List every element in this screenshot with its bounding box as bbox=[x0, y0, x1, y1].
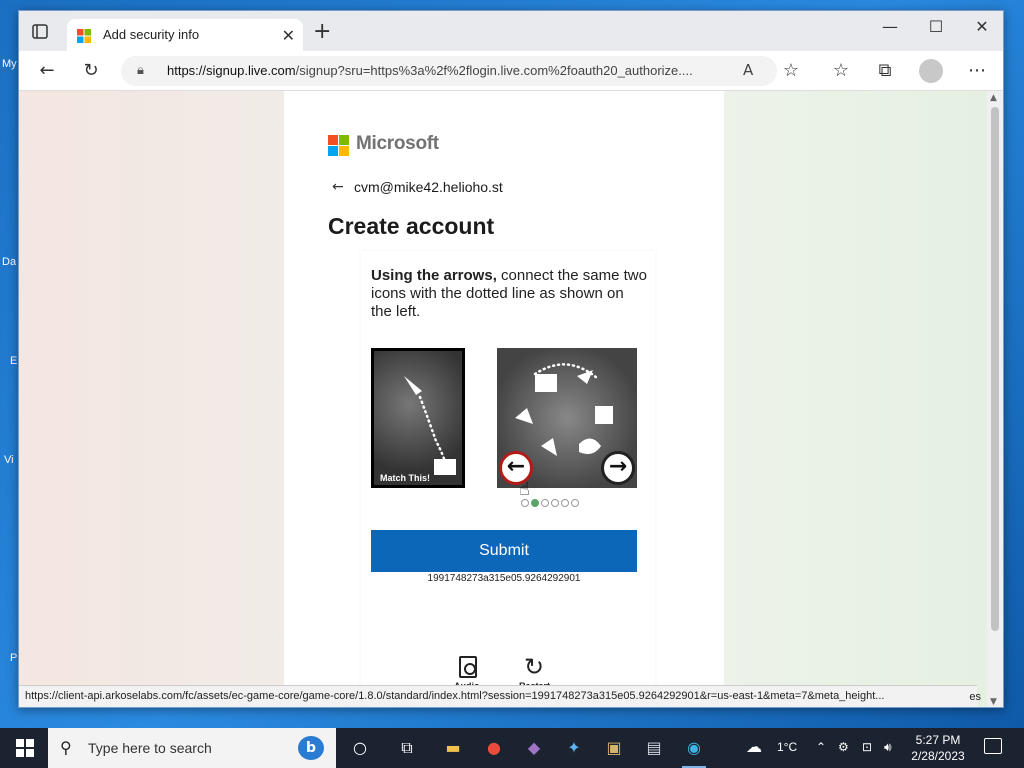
minimize-icon[interactable]: — bbox=[867, 17, 913, 36]
scroll-up-icon[interactable]: ▲ bbox=[990, 93, 997, 103]
chrome-icon[interactable]: ● bbox=[482, 736, 506, 760]
step-dot bbox=[561, 499, 569, 507]
app-icon[interactable]: ▣ bbox=[602, 736, 626, 760]
status-bar: https://client-api.arkoselabs.com/fc/ass… bbox=[19, 685, 977, 707]
desktop-icon-label[interactable]: E bbox=[10, 355, 17, 367]
cortana-icon[interactable]: ○ bbox=[348, 736, 372, 760]
microsoft-favicon-icon bbox=[77, 28, 91, 43]
collections-icon[interactable]: ⧉ bbox=[873, 60, 897, 82]
back-arrow-icon[interactable]: ← bbox=[332, 179, 344, 195]
page-title: Create account bbox=[328, 213, 495, 239]
network-icon[interactable]: ⊡ bbox=[862, 740, 872, 754]
favorites-icon[interactable]: ☆ bbox=[829, 60, 853, 82]
restart-icon[interactable]: ↻ bbox=[524, 653, 544, 681]
audio-icon[interactable] bbox=[459, 656, 477, 678]
profile-avatar[interactable] bbox=[919, 59, 943, 83]
submit-button[interactable]: Submit bbox=[371, 530, 637, 572]
status-url: https://client-api.arkoselabs.com/fc/ass… bbox=[25, 690, 885, 702]
file-explorer-icon[interactable]: ▬ bbox=[441, 736, 465, 760]
scroll-thumb[interactable] bbox=[991, 107, 999, 631]
desktop-icon-label[interactable]: P bbox=[10, 652, 17, 664]
clock-time: 5:27 PM bbox=[915, 733, 961, 747]
clock-date: 2/28/2023 bbox=[911, 749, 965, 763]
captcha-instructions: Using the arrows, connect the same two i… bbox=[371, 267, 647, 320]
add-favorite-icon[interactable]: ☆ bbox=[779, 60, 803, 82]
scrollbar[interactable]: ▲ ▼ bbox=[987, 91, 1003, 707]
match-label: Match This! bbox=[380, 473, 431, 483]
step-dot bbox=[551, 499, 559, 507]
status-suffix: es bbox=[969, 691, 981, 703]
tab-add-security-info[interactable]: Add security info ✕ bbox=[67, 19, 303, 51]
taskbar-search[interactable]: ⚲ Type here to search b bbox=[48, 728, 336, 768]
browser-window: Add security info ✕ + — ☐ ✕ ← ↻ 🔒︎ https… bbox=[18, 10, 1004, 708]
scroll-down-icon[interactable]: ▼ bbox=[990, 697, 997, 707]
clock[interactable]: 5:27 PM 2/28/2023 bbox=[900, 732, 976, 764]
refresh-icon[interactable]: ↻ bbox=[79, 60, 103, 82]
bing-icon[interactable]: b bbox=[298, 736, 324, 760]
taskbar: ⚲ Type here to search b ○ ⧉ ▬ ● ◆ ✦ ▣ ▤ … bbox=[0, 728, 1024, 768]
step-dot bbox=[521, 499, 529, 507]
arrow-right-button[interactable]: → bbox=[601, 451, 635, 485]
lock-icon[interactable]: 🔒︎ bbox=[137, 63, 144, 78]
close-window-icon[interactable]: ✕ bbox=[959, 17, 1003, 36]
browser-toolbar: ← ↻ 🔒︎ https://signup.live.com/signup?sr… bbox=[19, 51, 1003, 91]
weather-temp[interactable]: 1°C bbox=[777, 740, 797, 754]
address-bar[interactable]: 🔒︎ https://signup.live.com/signup?sru=ht… bbox=[121, 56, 777, 86]
visual-studio-icon[interactable]: ◆ bbox=[522, 736, 546, 760]
tab-actions-icon[interactable] bbox=[27, 21, 53, 43]
step-indicator bbox=[521, 492, 581, 507]
search-icon: ⚲ bbox=[60, 738, 72, 757]
search-placeholder[interactable]: Type here to search bbox=[88, 740, 212, 756]
weather-icon[interactable]: ☁ bbox=[746, 737, 762, 757]
new-tab-button[interactable]: + bbox=[313, 19, 331, 44]
windows-start-icon[interactable] bbox=[16, 739, 34, 757]
session-id: 1991748273a315e05.9264292901 bbox=[427, 573, 581, 584]
brand-name: Microsoft bbox=[356, 133, 439, 154]
edge-icon[interactable]: ◉ bbox=[682, 736, 706, 768]
url-text[interactable]: https://signup.live.com/signup?sru=https… bbox=[167, 63, 733, 78]
tab-strip: Add security info ✕ + — ☐ ✕ bbox=[19, 11, 1003, 51]
account-email: cvm@mike42.helioho.st bbox=[354, 179, 503, 195]
tray-app-icon[interactable]: ⚙ bbox=[838, 740, 849, 754]
desktop-icon-label[interactable]: Da bbox=[2, 256, 16, 268]
signup-card: Microsoft ← cvm@mike42.helioho.st Create… bbox=[284, 91, 724, 707]
step-dot bbox=[541, 499, 549, 507]
step-dot-active bbox=[531, 499, 539, 507]
microsoft-logo-icon bbox=[328, 135, 350, 157]
step-dot bbox=[571, 499, 579, 507]
volume-icon[interactable]: 🔊︎ bbox=[884, 740, 892, 755]
read-aloud-icon[interactable]: A bbox=[743, 61, 753, 79]
match-example-image: Match This! bbox=[371, 348, 465, 488]
tray-chevron-icon[interactable]: ⌃ bbox=[816, 740, 826, 754]
maximize-icon[interactable]: ☐ bbox=[913, 17, 959, 36]
app-icon[interactable]: ▤ bbox=[642, 736, 666, 760]
back-icon[interactable]: ← bbox=[35, 60, 59, 82]
more-menu-icon[interactable]: ⋯ bbox=[965, 60, 989, 82]
close-tab-icon[interactable]: ✕ bbox=[282, 26, 295, 45]
tab-title: Add security info bbox=[103, 27, 200, 42]
desktop-icon-label[interactable]: My bbox=[2, 58, 17, 70]
page-viewport: Microsoft ← cvm@mike42.helioho.st Create… bbox=[19, 91, 989, 707]
task-view-icon[interactable]: ⧉ bbox=[395, 736, 419, 760]
captcha-challenge: Using the arrows, connect the same two i… bbox=[361, 251, 655, 707]
desktop-icon-label[interactable]: Vi bbox=[4, 454, 14, 466]
tool-app-icon[interactable]: ✦ bbox=[562, 736, 586, 760]
notification-icon[interactable] bbox=[984, 738, 1002, 754]
